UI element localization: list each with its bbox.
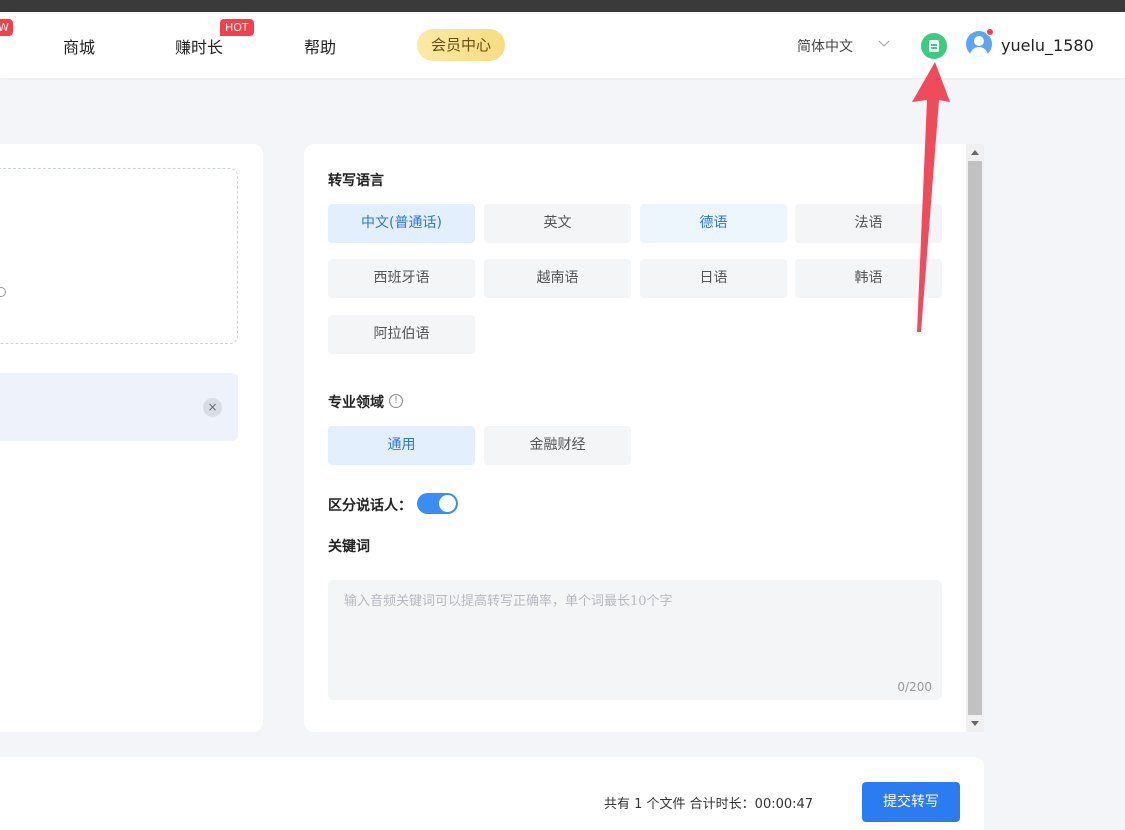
- lang-option-german[interactable]: 德语: [640, 204, 787, 243]
- keywords-section-title: 关键词: [328, 539, 370, 555]
- submit-transcription-button[interactable]: 提交转写: [862, 782, 960, 822]
- scroll-down-arrow-icon[interactable]: [971, 721, 979, 726]
- lang-option-arabic[interactable]: 阿拉伯语: [328, 315, 475, 354]
- scroll-thumb[interactable]: [968, 161, 982, 715]
- new-badge: W: [0, 19, 13, 36]
- language-section-title: 转写语言: [328, 173, 384, 189]
- window-top-strip: [0, 0, 1125, 12]
- keywords-placeholder: 输入音频关键词可以提高转写正确率，单个词最长10个字: [344, 594, 673, 609]
- lang-option-japanese[interactable]: 日语: [640, 259, 787, 298]
- document-icon[interactable]: [921, 33, 947, 59]
- upload-dropzone[interactable]: [0, 168, 238, 344]
- nav-earn-time[interactable]: 赚时长: [175, 34, 223, 58]
- scroll-up-arrow-icon[interactable]: [971, 150, 979, 155]
- keywords-input[interactable]: 输入音频关键词可以提高转写正确率，单个词最长10个字 0/200: [328, 580, 942, 700]
- domain-option-finance[interactable]: 金融财经: [484, 426, 631, 465]
- annotation-arrow-icon: [912, 62, 950, 332]
- settings-panel: 转写语言 中文(普通话) 英文 德语 法语 西班牙语 越南语 日语 韩语 阿拉伯…: [304, 144, 966, 732]
- footer-bar: 共有 1 个文件 合计时长：00:00:47 提交转写: [0, 757, 984, 830]
- upload-panel: ×: [0, 144, 263, 732]
- member-center-button[interactable]: 会员中心: [417, 29, 505, 61]
- domain-section-title: 专业领域: [328, 395, 384, 411]
- domain-info-icon[interactable]: !: [389, 394, 403, 408]
- username[interactable]: yuelu_1580: [1001, 36, 1094, 55]
- toggle-knob: [439, 495, 456, 512]
- speaker-label: 区分说话人：: [328, 498, 412, 514]
- settings-scrollbar[interactable]: [966, 144, 984, 732]
- language-select[interactable]: 简体中文: [797, 36, 853, 56]
- nav-store[interactable]: 商城: [63, 34, 95, 58]
- close-icon[interactable]: ×: [203, 398, 222, 417]
- hot-badge: HOT: [220, 19, 254, 36]
- nav-help[interactable]: 帮助: [304, 34, 336, 58]
- notification-dot: [986, 28, 994, 36]
- lang-option-vietnamese[interactable]: 越南语: [484, 259, 631, 298]
- lang-option-english[interactable]: 英文: [484, 204, 631, 243]
- keywords-char-count: 0/200: [897, 680, 932, 694]
- domain-option-general[interactable]: 通用: [328, 426, 475, 465]
- speaker-toggle[interactable]: [417, 493, 458, 514]
- lang-option-spanish[interactable]: 西班牙语: [328, 259, 475, 298]
- chevron-down-icon[interactable]: [878, 38, 890, 48]
- uploaded-file-row: ×: [0, 373, 238, 441]
- lang-option-chinese[interactable]: 中文(普通话): [328, 204, 475, 243]
- file-summary: 共有 1 个文件 合计时长：00:00:47: [604, 797, 814, 812]
